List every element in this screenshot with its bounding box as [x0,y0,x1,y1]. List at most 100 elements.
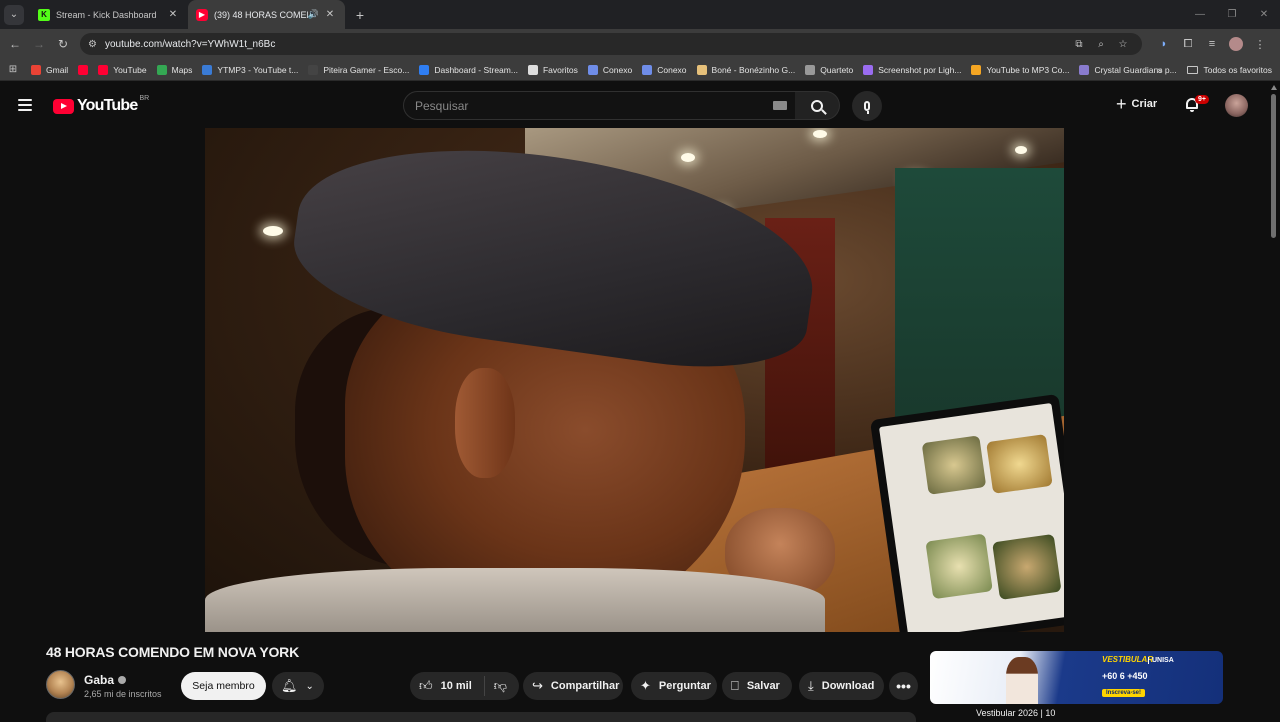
bookmark-favicon-icon [587,64,598,75]
back-button[interactable]: ← [3,32,27,56]
close-icon[interactable]: ✕ [166,9,180,20]
thumbs-down-icon[interactable]: 👎︎ [494,678,507,694]
bookmark-item[interactable]: Quarteto [800,64,858,75]
bookmark-item[interactable]: Maps [152,64,198,75]
ad-banner[interactable]: VESTIBULAR UNISA +60 6 +450 Inscreva-se! [930,651,1223,704]
address-bar[interactable]: ⚙ youtube.com/watch?v=YWhW1t_n6Bc ⧉ ⌕ ☆ [80,33,1142,55]
account-avatar[interactable] [1225,94,1248,117]
folder-icon [1187,66,1199,74]
bookmark-star-icon[interactable]: ☆ [1112,39,1134,50]
share-button[interactable]: ↪ Compartilhar [523,672,623,700]
create-button[interactable]: + Criar [1116,94,1157,114]
bookmark-label: Favoritos [542,64,578,75]
save-button[interactable]: ⎕ Salvar [722,672,792,700]
bookmark-item[interactable]: YTMP3 - YouTube t... [197,64,303,75]
bookmark-item[interactable]: Piteira Gamer - Esco... [303,64,414,75]
bookmark-favicon-icon [527,64,538,75]
all-bookmarks-folder[interactable]: Todos os favoritos [1187,59,1272,81]
like-dislike-group: 👍︎ 10 mil 👎︎ [410,672,519,700]
scroll-up-arrow-icon[interactable] [1271,85,1277,90]
bookmark-item[interactable]: Favoritos [523,64,583,75]
menu-icon[interactable] [18,99,32,111]
bookmark-item[interactable]: Conexo [583,64,637,75]
bookmark-item[interactable] [73,64,93,75]
bookmark-item[interactable]: YouTube to MP3 Co... [966,64,1074,75]
more-actions-button[interactable]: ••• [889,672,918,700]
search-button[interactable] [795,91,840,120]
bookmark-favicon-icon [696,64,707,75]
subscriber-count: 2,65 mi de inscritos [84,689,162,699]
bookmark-favicon-icon [419,64,430,75]
bookmark-favicon-icon [642,64,653,75]
extensions-puzzle-icon[interactable]: ⧠ [1176,38,1200,51]
bookmark-favicon-icon [98,64,109,75]
bookmark-icon: ⎕ [731,678,739,693]
bookmark-item[interactable]: Boné - Bonézinho G... [692,64,801,75]
bookmark-favicon-icon [805,64,816,75]
close-icon[interactable]: ✕ [323,9,337,20]
new-tab-button[interactable]: + [349,4,371,26]
bookmark-label: Maps [171,64,193,75]
download-label: Download [821,680,875,692]
bookmark-label: Crystal Guardians p... [1094,64,1177,75]
extension-icon[interactable]: ◗ [1152,38,1176,50]
bookmark-label: YouTube to MP3 Co... [986,64,1070,75]
bookmark-item[interactable]: Screenshot por Ligh... [858,64,966,75]
tab-kick-dashboard[interactable]: K Stream - Kick Dashboard ✕ [30,0,188,29]
plus-icon: + [1116,94,1127,114]
keyboard-icon[interactable] [773,101,787,110]
bookmark-favicon-icon [1079,64,1090,75]
forward-button[interactable]: → [27,32,51,56]
site-info-icon[interactable]: ⚙ [88,39,97,50]
bookmark-item[interactable]: Crystal Guardians p... [1074,64,1181,75]
logo-text: YouTube [77,97,138,114]
ask-button[interactable]: ✦ Perguntar [631,672,717,700]
bookmark-label: Conexo [602,64,633,75]
search-input[interactable]: Pesquisar [403,91,796,120]
bookmark-favicon-icon [971,64,982,75]
media-controls-icon[interactable]: ≡ [1200,38,1224,50]
bookmark-item[interactable]: Conexo [637,64,691,75]
bookmark-item[interactable]: Gmail [26,64,73,75]
bookmark-item[interactable]: Dashboard - Stream... [414,64,523,75]
description-box[interactable] [46,712,916,722]
bookmark-label: Conexo [657,64,687,75]
minimize-icon[interactable]: — [1184,9,1216,20]
reload-button[interactable]: ↻ [51,32,75,56]
restore-icon[interactable]: ❐ [1216,9,1248,20]
channel-name-link[interactable]: Gaba [84,673,127,687]
bookmark-label: Gmail [46,64,69,75]
share-label: Compartilhar [550,680,620,692]
browser-menu-icon[interactable]: ⋮ [1248,38,1272,51]
video-player[interactable] [205,128,1064,632]
download-button[interactable]: ⤓ Download [799,672,884,700]
tab-search-button[interactable]: ⌄ [4,4,24,25]
window-close-icon[interactable]: ✕ [1248,9,1280,20]
like-count[interactable]: 10 mil [441,680,472,692]
zoom-icon[interactable]: ⌕ [1090,39,1112,50]
window-controls: — ❐ ✕ [1184,0,1280,29]
bookmark-label: Dashboard - Stream... [434,64,518,75]
speaker-icon[interactable]: 🔊 [308,9,319,20]
channel-avatar[interactable] [46,670,75,699]
thumbs-up-icon[interactable]: 👍︎ [419,678,433,694]
tab-youtube-video[interactable]: ▶ (39) 48 HORAS COMENDO 🔊 ✕ [188,0,345,29]
all-bookmarks-label: Todos os favoritos [1203,65,1272,75]
bookmark-label: YouTube [113,64,147,75]
apps-grid-icon[interactable]: ⊞ [0,64,26,75]
channel-name: Gaba [84,673,115,687]
profile-avatar[interactable] [1229,37,1243,51]
bookmark-item[interactable]: YouTube [93,64,151,75]
install-app-icon[interactable]: ⧉ [1068,39,1090,50]
ad-person-image [1006,657,1038,704]
join-button[interactable]: Seja membro [181,672,266,700]
page-scrollbar[interactable] [1268,82,1280,720]
bookmarks-overflow-icon[interactable]: » [1157,59,1163,81]
url-text[interactable]: youtube.com/watch?v=YWhW1t_n6Bc [105,39,1068,50]
youtube-logo[interactable]: YouTube BR [53,95,149,115]
subscription-bell-button[interactable]: 🔔︎ ⌄ [272,672,324,700]
youtube-icon: ▶ [196,8,208,21]
voice-search-button[interactable] [852,91,882,121]
youtube-masthead: YouTube BR Pesquisar + Criar 9+ [0,82,1280,128]
scrollbar-thumb[interactable] [1271,94,1276,238]
